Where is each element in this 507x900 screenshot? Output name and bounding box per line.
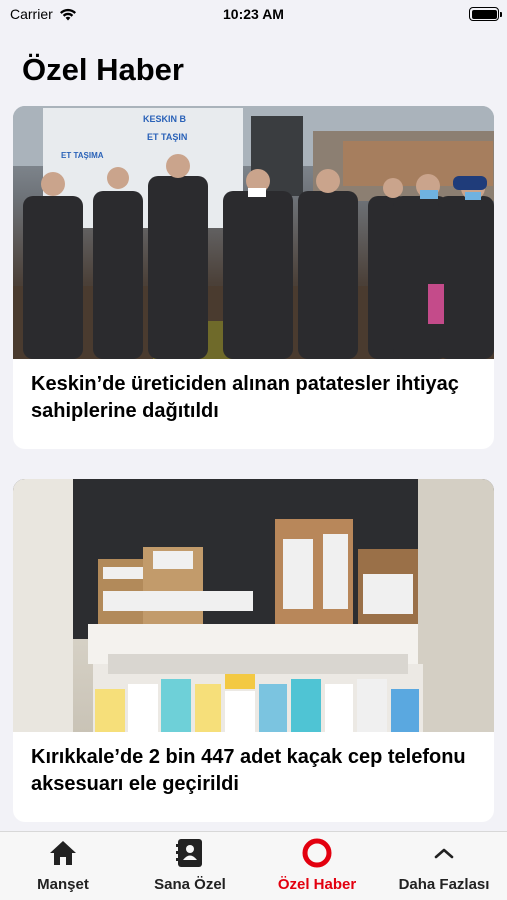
article-photo: [13, 479, 494, 732]
chevron-up-icon: [434, 848, 454, 859]
tab-ozel-haber[interactable]: Özel Haber: [254, 832, 380, 900]
battery-icon: [469, 7, 502, 21]
tab-daha-fazlasi[interactable]: Daha Fazlası: [381, 832, 507, 900]
status-bar: Carrier 10:23 AM: [0, 0, 507, 30]
ring-icon: [302, 838, 332, 868]
tab-label: Manşet: [37, 876, 89, 893]
svg-text:ET TAŞIMA: ET TAŞIMA: [61, 151, 104, 160]
tab-sana-ozel[interactable]: Sana Özel: [127, 832, 253, 900]
tab-bar: Manşet Sana Özel Özel Haber Daha Fazlası: [0, 831, 507, 900]
tab-label: Daha Fazlası: [398, 876, 490, 893]
seized-accessories-photo: [13, 479, 494, 732]
tab-label: Sana Özel: [154, 876, 226, 893]
article-title: Kırıkkale’de 2 bin 447 adet kaçak cep te…: [31, 746, 466, 795]
svg-text:ET TAŞIN: ET TAŞIN: [147, 132, 187, 142]
article-card[interactable]: Kırıkkale’de 2 bin 447 adet kaçak cep te…: [13, 479, 494, 822]
contact-book-icon: [176, 839, 202, 867]
tab-manset[interactable]: Manşet: [0, 832, 126, 900]
tab-label: Özel Haber: [277, 876, 357, 893]
clock: 10:23 AM: [223, 6, 284, 22]
article-photo: KESKIN B ET TAŞIN ET TAŞIMA: [13, 106, 494, 359]
svg-text:KESKIN B: KESKIN B: [143, 114, 187, 124]
article-title: Keskin’de üreticiden alınan patatesler i…: [31, 373, 459, 422]
page-title: Özel Haber: [22, 52, 184, 87]
farmers-group-photo: KESKIN B ET TAŞIN ET TAŞIMA: [13, 106, 494, 359]
home-icon: [50, 841, 76, 865]
article-card[interactable]: KESKIN B ET TAŞIN ET TAŞIMA Keskin’de ür…: [13, 106, 494, 449]
